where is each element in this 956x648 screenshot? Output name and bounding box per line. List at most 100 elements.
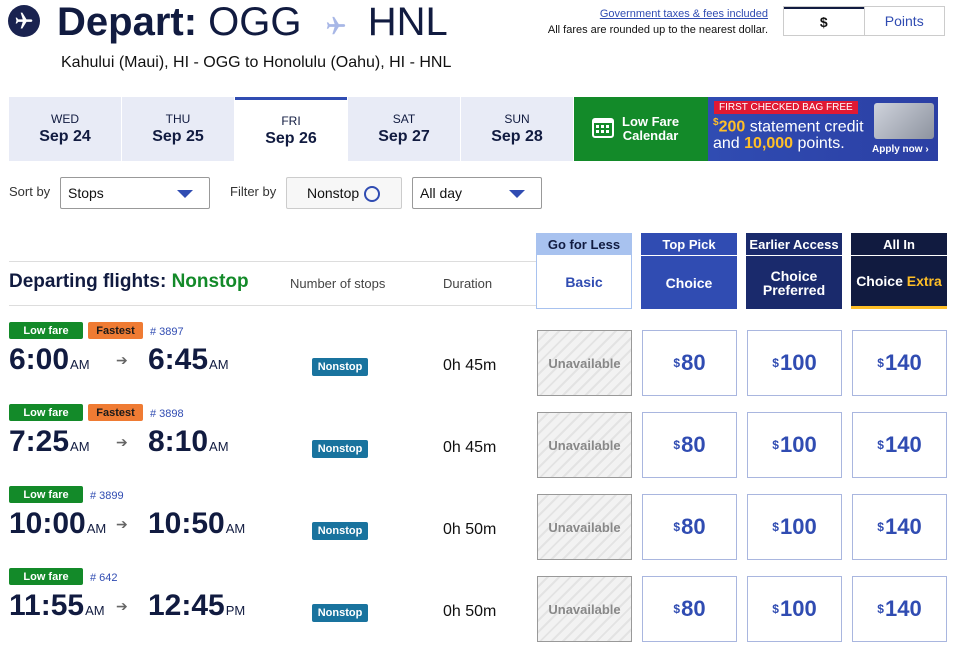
arrival-time: 10:50AM bbox=[148, 507, 246, 540]
date-tab-weekday: THU bbox=[165, 112, 191, 126]
fare-preferred-button[interactable]: $100 bbox=[747, 576, 842, 642]
flight-duration: 0h 45m bbox=[443, 357, 497, 374]
taxes-fees-link[interactable]: Government taxes & fees included bbox=[560, 8, 768, 20]
departing-flights-heading: Departing flights: Nonstop bbox=[9, 271, 249, 292]
flight-row: Low fare Fastest # 3898 7:25AM ➔ 8:10AM Nonsto… bbox=[0, 402, 956, 484]
sort-select[interactable]: Stops bbox=[60, 177, 210, 209]
fare-preferred-button[interactable]: $100 bbox=[747, 330, 842, 396]
credit-card-promo-banner[interactable]: FIRST CHECKED BAG FREE $200 statement cr… bbox=[708, 97, 938, 161]
date-tab-date: Sep 26 bbox=[265, 129, 317, 147]
fare-header-extra: All In Choice Extra bbox=[851, 233, 947, 309]
route-description: Kahului (Maui), HI - OGG to Honolulu (Oa… bbox=[61, 54, 452, 71]
nonstop-filter-label: Nonstop bbox=[307, 185, 360, 201]
time-of-day-select[interactable]: All day bbox=[412, 177, 542, 209]
apply-now-link[interactable]: Apply now › bbox=[872, 144, 929, 155]
date-tab[interactable]: THU Sep 25 bbox=[122, 97, 234, 161]
arrival-time: 8:10AM bbox=[148, 425, 229, 458]
fare-choice-button[interactable]: $80 bbox=[642, 412, 737, 478]
arrival-time: 6:45AM bbox=[148, 343, 229, 376]
nonstop-badge[interactable]: Nonstop bbox=[312, 522, 368, 540]
fare-name-extra: Choice Extra bbox=[851, 255, 947, 309]
calendar-icon bbox=[592, 116, 614, 143]
fare-tag-extra: All In bbox=[851, 233, 947, 255]
fare-basic-unavailable: Unavailable bbox=[537, 330, 632, 396]
origin-code: OGG bbox=[208, 0, 302, 44]
fare-basic-unavailable: Unavailable bbox=[537, 412, 632, 478]
flight-number-link[interactable]: # 3899 bbox=[90, 490, 124, 502]
currency-dollar-option[interactable]: $ bbox=[784, 7, 864, 35]
fare-choice-button[interactable]: $80 bbox=[642, 576, 737, 642]
low-fare-badge: Low fare bbox=[9, 568, 83, 585]
date-tab-weekday: SAT bbox=[392, 112, 416, 126]
arrival-time: 12:45PM bbox=[148, 589, 246, 622]
date-tab-date: Sep 28 bbox=[491, 128, 543, 145]
date-tab-date: Sep 24 bbox=[39, 128, 91, 145]
plane-icon bbox=[8, 5, 40, 37]
low-fare-calendar-label: Low Fare Calendar bbox=[622, 114, 680, 143]
fare-name-basic: Basic bbox=[536, 255, 632, 309]
fastest-badge: Fastest bbox=[88, 322, 143, 339]
time-of-day-value: All day bbox=[420, 185, 463, 201]
nonstop-badge[interactable]: Nonstop bbox=[312, 358, 368, 376]
fare-header-choice: Top Pick Choice bbox=[641, 233, 737, 309]
promo-line1: $200 statement credit bbox=[713, 117, 864, 136]
fare-extra-button[interactable]: $140 bbox=[852, 412, 947, 478]
credit-card-image bbox=[874, 103, 934, 139]
flight-duration: 0h 50m bbox=[443, 603, 497, 620]
flight-duration: 0h 50m bbox=[443, 521, 497, 538]
flight-duration: 0h 45m bbox=[443, 439, 497, 456]
date-tab[interactable]: SUN Sep 28 bbox=[461, 97, 573, 161]
low-fare-badge: Low fare bbox=[9, 404, 83, 421]
departure-time: 6:00AM bbox=[9, 343, 90, 376]
filter-label: Filter by bbox=[230, 184, 277, 199]
divider bbox=[9, 305, 536, 306]
nonstop-badge[interactable]: Nonstop bbox=[312, 604, 368, 622]
arrow-right-icon: ➔ bbox=[116, 598, 128, 614]
page-title: Depart: OGG HNL bbox=[57, 0, 448, 46]
fare-header-basic: Go for Less Basic bbox=[536, 233, 632, 309]
date-tab-weekday: WED bbox=[51, 112, 79, 126]
fare-basic-unavailable: Unavailable bbox=[537, 494, 632, 560]
nonstop-badge[interactable]: Nonstop bbox=[312, 440, 368, 458]
sort-label: Sort by bbox=[9, 184, 51, 199]
fare-rounding-note: All fares are rounded up to the nearest … bbox=[547, 24, 768, 36]
low-fare-calendar-button[interactable]: Low Fare Calendar bbox=[574, 97, 708, 161]
fare-extra-button[interactable]: $140 bbox=[852, 494, 947, 560]
arrow-right-icon: ➔ bbox=[116, 516, 128, 532]
date-tab-date: Sep 25 bbox=[152, 128, 204, 145]
duration-column-header: Duration bbox=[443, 276, 493, 291]
nonstop-filter-toggle[interactable]: Nonstop bbox=[286, 177, 402, 209]
depart-label: Depart: bbox=[57, 0, 198, 44]
fare-choice-button[interactable]: $80 bbox=[642, 494, 737, 560]
fare-extra-button[interactable]: $140 bbox=[852, 576, 947, 642]
fare-choice-button[interactable]: $80 bbox=[642, 330, 737, 396]
fare-preferred-button[interactable]: $100 bbox=[747, 494, 842, 560]
low-fare-badge: Low fare bbox=[9, 486, 83, 503]
fare-tag-choice: Top Pick bbox=[641, 233, 737, 255]
date-tab-weekday: FRI bbox=[281, 113, 301, 128]
flight-number-link[interactable]: # 642 bbox=[90, 572, 118, 584]
date-tab-weekday: SUN bbox=[504, 112, 530, 126]
low-fare-badge: Low fare bbox=[9, 322, 83, 339]
flight-row: Low fare # 642 11:55AM ➔ 12:45PM Nonstop 0h 50… bbox=[0, 566, 956, 648]
destination-code: HNL bbox=[367, 0, 448, 44]
fare-tag-preferred: Earlier Access bbox=[746, 233, 842, 255]
date-tab[interactable]: FRI Sep 26 bbox=[235, 97, 347, 161]
arrow-right-icon: ➔ bbox=[116, 434, 128, 450]
fare-name-preferred: Choice Preferred bbox=[746, 255, 842, 309]
currency-points-option[interactable]: Points bbox=[863, 7, 944, 35]
plane-arrow-icon bbox=[323, 2, 349, 46]
caret-down-icon bbox=[509, 190, 525, 198]
fastest-badge: Fastest bbox=[88, 404, 143, 421]
fare-preferred-button[interactable]: $100 bbox=[747, 412, 842, 478]
flight-number-link[interactable]: # 3898 bbox=[150, 408, 184, 420]
fare-extra-button[interactable]: $140 bbox=[852, 330, 947, 396]
fare-name-choice: Choice bbox=[641, 255, 737, 309]
arrow-right-icon: ➔ bbox=[116, 352, 128, 368]
fare-basic-unavailable: Unavailable bbox=[537, 576, 632, 642]
date-tab[interactable]: WED Sep 24 bbox=[9, 97, 121, 161]
flight-number-link[interactable]: # 3897 bbox=[150, 326, 184, 338]
departure-time: 7:25AM bbox=[9, 425, 90, 458]
date-tab[interactable]: SAT Sep 27 bbox=[348, 97, 460, 161]
promo-badge: FIRST CHECKED BAG FREE bbox=[714, 101, 858, 114]
